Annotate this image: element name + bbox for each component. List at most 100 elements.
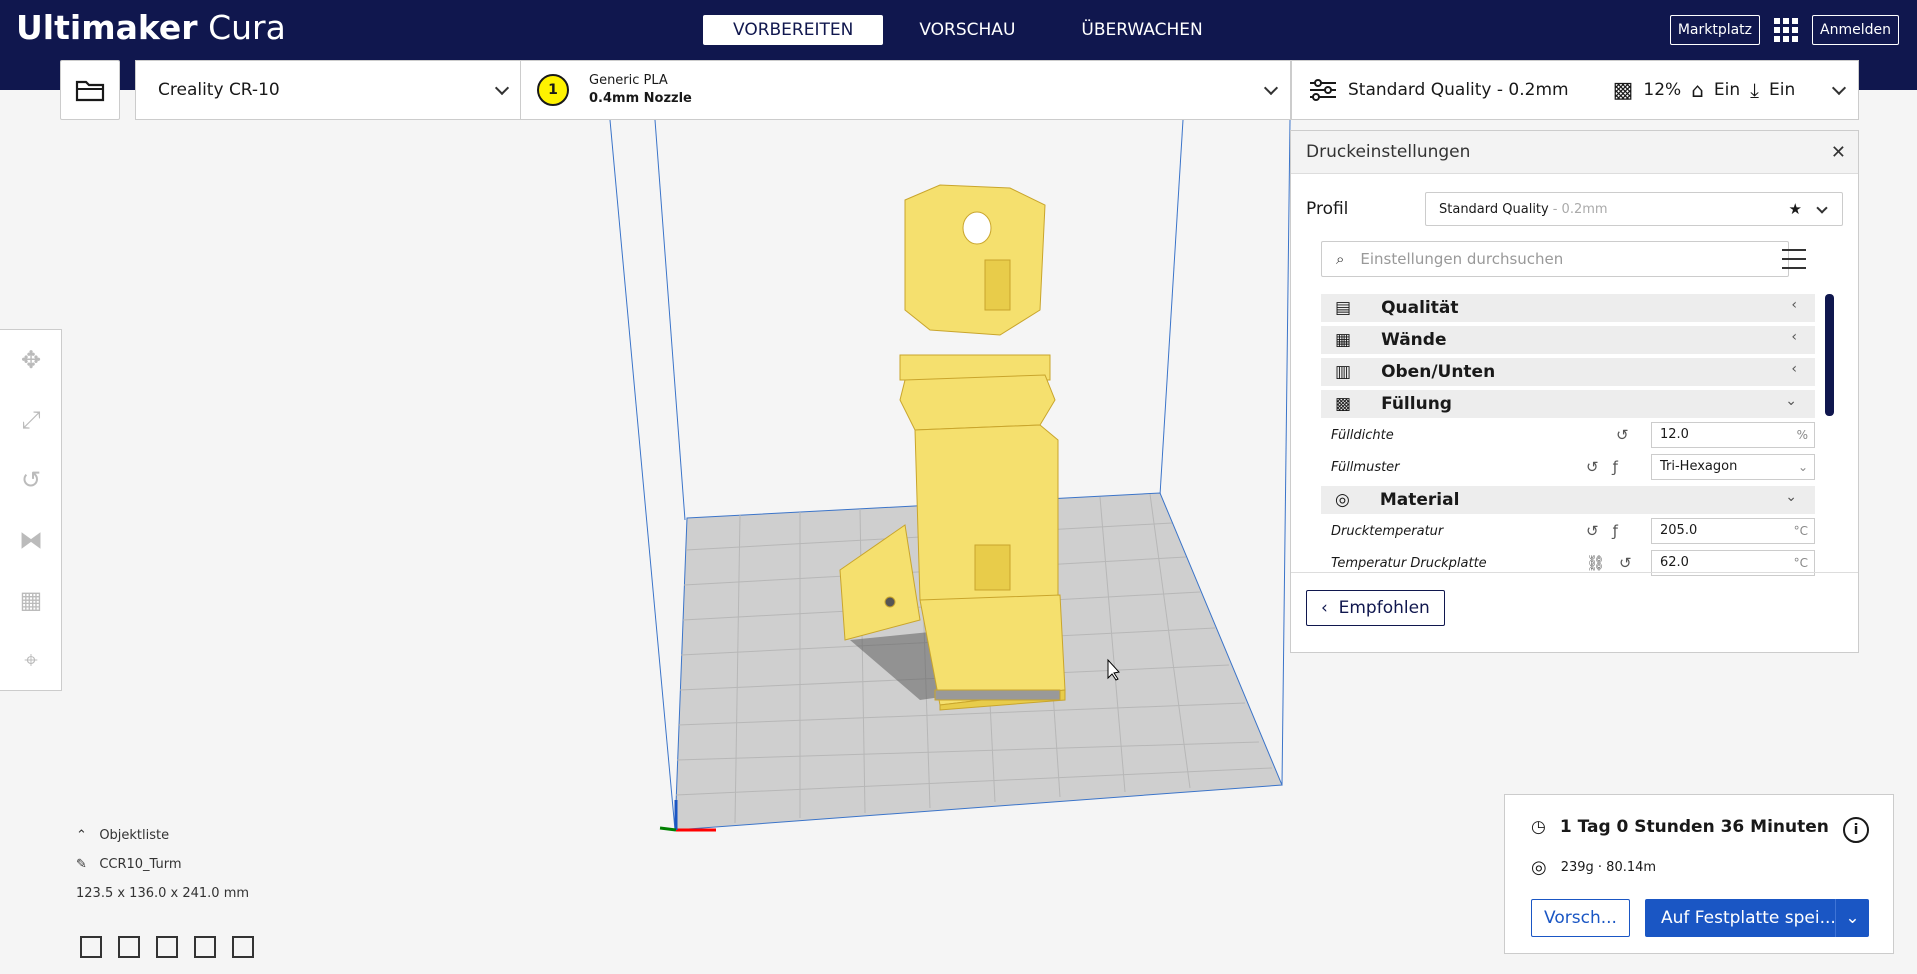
- infill-value: 12%: [1643, 80, 1682, 100]
- infill-icon: ▩: [1612, 77, 1634, 103]
- setting-print-temp: Drucktemperatur ↺ ƒ 205.0 °C: [1331, 517, 1815, 545]
- walls-icon: ▦: [1335, 330, 1352, 350]
- folder-icon: [75, 80, 105, 102]
- chevron-down-icon: ⌄: [1785, 393, 1797, 409]
- pencil-icon: ✎: [76, 857, 87, 872]
- category-top-bottom[interactable]: ▥ Oben/Unten ‹: [1321, 358, 1815, 386]
- chevron-down-icon: [494, 80, 510, 96]
- close-icon[interactable]: ✕: [1831, 131, 1846, 174]
- marketplace-button[interactable]: Marktplatz: [1669, 15, 1761, 45]
- support-blocker-icon[interactable]: ⌖: [0, 630, 62, 690]
- chevron-left-icon: ‹: [1321, 598, 1328, 618]
- category-infill[interactable]: ▩ Füllung ⌄: [1321, 390, 1815, 418]
- support-value: Ein: [1713, 80, 1741, 100]
- category-quality[interactable]: ▤ Qualität ‹: [1321, 294, 1815, 322]
- left-view-icon[interactable]: [194, 936, 216, 958]
- signin-button[interactable]: Anmelden: [1812, 15, 1899, 45]
- machine-selector[interactable]: Creality CR-10: [135, 60, 521, 120]
- open-file-button[interactable]: [60, 60, 120, 120]
- link-icon[interactable]: ⛓: [1586, 554, 1605, 572]
- preview-button[interactable]: Vorsch...: [1531, 899, 1630, 937]
- setting-infill-density: Fülldichte ↺ 12.0%: [1331, 421, 1815, 449]
- scale-tool-icon[interactable]: ⤢: [0, 390, 62, 450]
- print-time: 1 Tag 0 Stunden 36 Minuten: [1559, 817, 1829, 837]
- profile-label: Profil: [1306, 199, 1349, 219]
- object-list-toggle[interactable]: ⌃ Objektliste: [76, 828, 249, 843]
- right-view-icon[interactable]: [232, 936, 254, 958]
- category-walls[interactable]: ▦ Wände ‹: [1321, 326, 1815, 354]
- 3d-view-icon[interactable]: [80, 936, 102, 958]
- tab-prepare[interactable]: VORBEREITEN: [703, 15, 884, 45]
- chevron-down-icon[interactable]: ⌄: [1835, 899, 1869, 937]
- app-logo: Ultimaker Cura: [16, 8, 286, 47]
- setting-infill-pattern: Füllmuster ↺ ƒ Tri-Hexagon ⌄: [1331, 453, 1815, 481]
- profile-sub: - 0.2mm: [1552, 201, 1608, 217]
- apps-grid-icon[interactable]: [1774, 18, 1799, 42]
- material-selector[interactable]: 1 Generic PLA 0.4mm Nozzle: [520, 60, 1291, 120]
- chevron-down-icon: ⌄: [1797, 460, 1808, 474]
- adhesion-icon: ⤓: [1750, 78, 1759, 102]
- settings-search-input[interactable]: ⌕ Einstellungen durchsuchen: [1321, 241, 1789, 277]
- function-icon[interactable]: ƒ: [1613, 458, 1618, 476]
- material-usage: 239g · 80.14m: [1560, 860, 1657, 875]
- print-temp-input[interactable]: 205.0 °C: [1651, 518, 1815, 544]
- panel-title: Druckeinstellungen: [1306, 142, 1471, 162]
- category-material[interactable]: ◎ Material ⌄: [1321, 486, 1815, 514]
- tab-monitor[interactable]: ÜBERWACHEN: [1051, 15, 1232, 45]
- rotate-tool-icon[interactable]: ↺: [0, 450, 62, 510]
- reset-icon[interactable]: ↺: [1619, 554, 1632, 572]
- stage-tabs: VORBEREITEN VORSCHAU ÜBERWACHEN: [703, 15, 1239, 45]
- adhesion-value: Ein: [1768, 80, 1796, 100]
- object-list: ⌃ Objektliste ✎ CCR10_Turm 123.5 x 136.0…: [76, 828, 249, 915]
- spool-icon: ◎: [1531, 857, 1547, 878]
- material-icon: ◎: [1335, 490, 1350, 510]
- machine-name: Creality CR-10: [158, 80, 280, 100]
- search-icon: ⌕: [1336, 250, 1345, 268]
- quality-icon: ▤: [1335, 298, 1352, 318]
- print-settings-panel: Druckeinstellungen ✕ Profil Standard Qua…: [1290, 130, 1859, 653]
- chevron-down-icon: [1816, 202, 1828, 214]
- left-toolbar: ✥ ⤢ ↺ ⧓ ▦ ⌖: [0, 329, 62, 691]
- search-placeholder: Einstellungen durchsuchen: [1360, 250, 1564, 268]
- settings-scrollbar[interactable]: [1825, 294, 1834, 416]
- mirror-tool-icon[interactable]: ⧓: [0, 510, 62, 570]
- object-name[interactable]: ✎ CCR10_Turm: [76, 857, 249, 872]
- object-dimensions: 123.5 x 136.0 x 241.0 mm: [76, 886, 250, 901]
- reset-icon[interactable]: ↺: [1586, 458, 1599, 476]
- chevron-down-icon: ⌄: [1785, 489, 1797, 505]
- function-icon[interactable]: ƒ: [1613, 522, 1618, 540]
- material-name: Generic PLA: [589, 73, 668, 88]
- chevron-left-icon: ‹: [1791, 297, 1797, 313]
- settings-menu-icon[interactable]: [1782, 249, 1806, 276]
- infill-pattern-dropdown[interactable]: Tri-Hexagon ⌄: [1651, 454, 1815, 480]
- reset-icon[interactable]: ↺: [1616, 426, 1629, 444]
- view-buttons: [80, 936, 254, 958]
- recommended-button[interactable]: ‹ Empfohlen: [1306, 590, 1445, 626]
- top-bottom-icon: ▥: [1335, 362, 1352, 382]
- chevron-down-icon: [1831, 80, 1847, 96]
- profile-dropdown[interactable]: Standard Quality - 0.2mm ★: [1425, 192, 1843, 226]
- info-icon[interactable]: i: [1843, 817, 1869, 843]
- tower-model: [839, 184, 1066, 711]
- star-icon[interactable]: ★: [1789, 200, 1802, 218]
- extruder-icon: 1: [537, 74, 569, 106]
- chevron-down-icon: [1263, 80, 1279, 96]
- chevron-left-icon: ‹: [1791, 361, 1797, 377]
- sliders-icon: [1310, 79, 1336, 101]
- infill-density-input[interactable]: 12.0%: [1651, 422, 1815, 448]
- tab-preview[interactable]: VORSCHAU: [889, 15, 1045, 45]
- chevron-left-icon: ‹: [1791, 329, 1797, 345]
- per-model-settings-icon[interactable]: ▦: [0, 570, 62, 630]
- reset-icon[interactable]: ↺: [1586, 522, 1599, 540]
- front-view-icon[interactable]: [118, 936, 140, 958]
- save-to-disk-button[interactable]: Auf Festplatte spei... ⌄: [1645, 899, 1869, 937]
- infill-icon: ▩: [1335, 394, 1352, 414]
- chevron-up-icon: ⌃: [76, 828, 87, 843]
- print-settings-summary[interactable]: Standard Quality - 0.2mm ▩ 12% ⌂ Ein ⤓ E…: [1291, 60, 1859, 120]
- move-tool-icon[interactable]: ✥: [0, 330, 62, 390]
- support-icon: ⌂: [1691, 78, 1704, 102]
- nozzle-size: 0.4mm Nozzle: [589, 91, 692, 106]
- top-view-icon[interactable]: [156, 936, 178, 958]
- profile-value: Standard Quality: [1439, 201, 1549, 217]
- quality-profile-label: Standard Quality - 0.2mm: [1348, 80, 1569, 100]
